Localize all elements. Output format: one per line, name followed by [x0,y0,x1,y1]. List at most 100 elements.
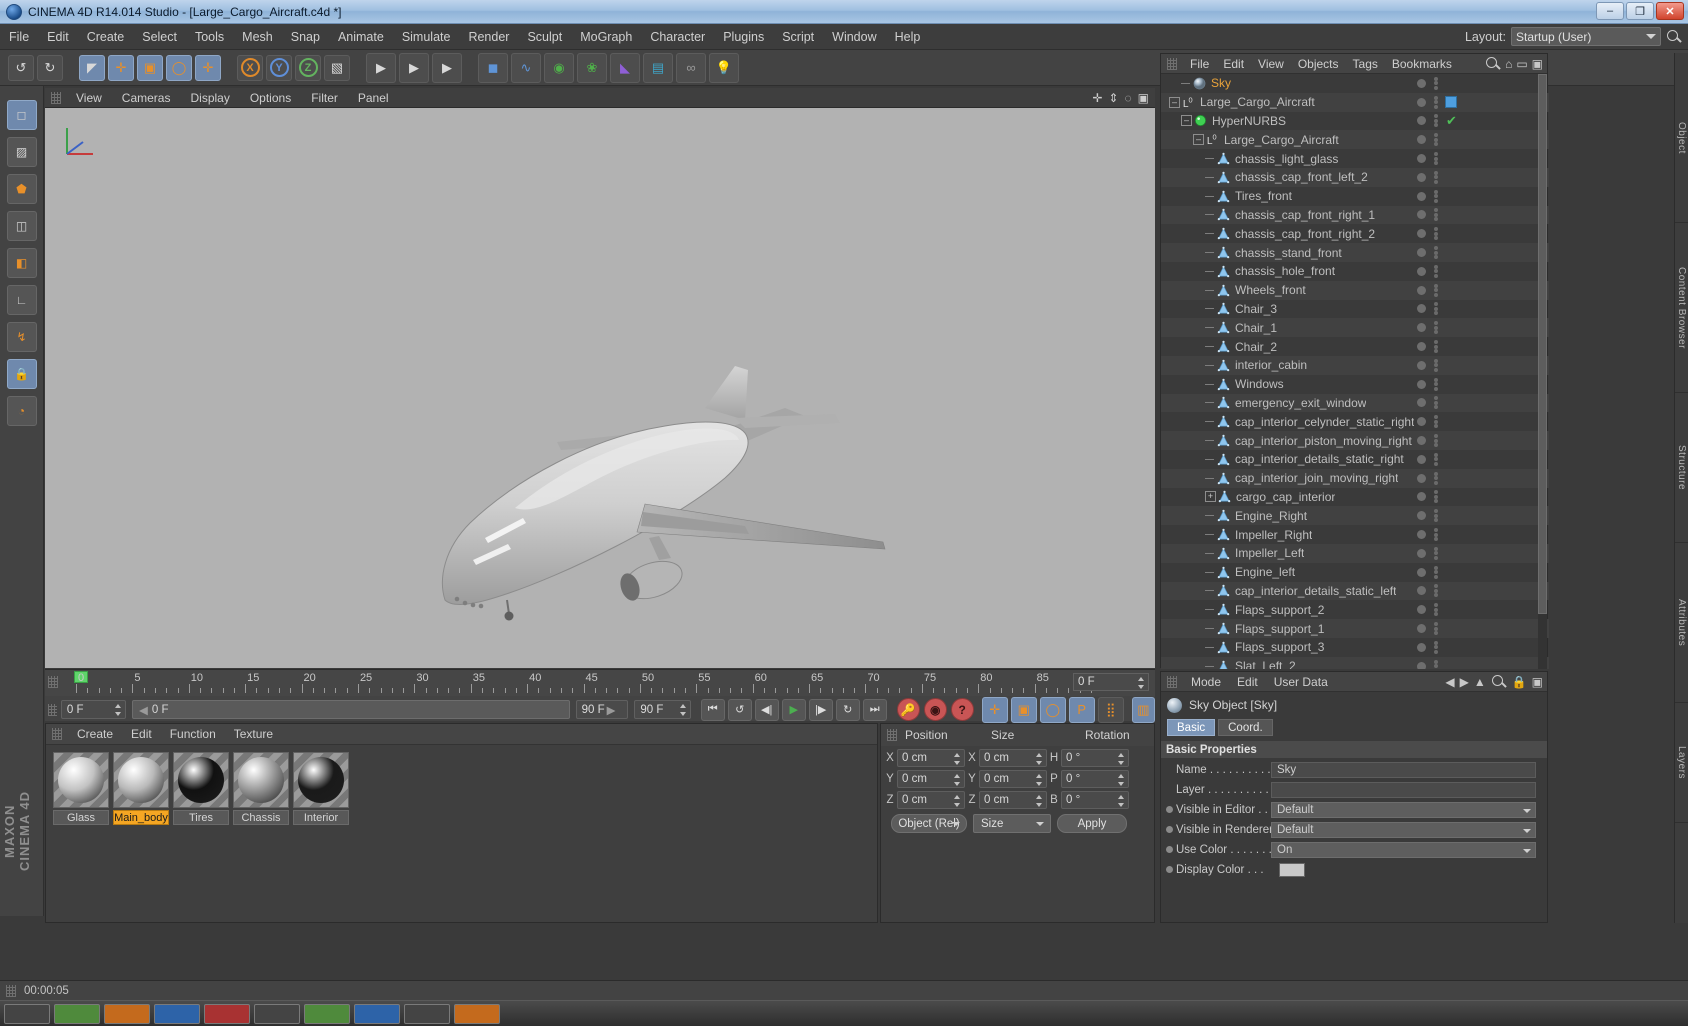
attribute-value-layer[interactable] [1271,781,1536,798]
polygons-mode-button[interactable]: ◧ [6,248,37,278]
stepper-icon[interactable] [1036,752,1043,765]
workplane-mode-button[interactable]: ∟ [6,285,37,315]
add-array-button[interactable]: ❀ [577,52,607,83]
stepper-icon[interactable] [1036,773,1043,786]
model-mode-button[interactable]: ◻ [6,100,37,130]
object-row[interactable]: Flaps_support_2 [1161,600,1549,619]
object-row[interactable]: Chair_2 [1161,337,1549,356]
stepper-icon[interactable] [1036,794,1043,807]
object-row[interactable]: Impeller_Left [1161,543,1549,563]
visibility-dot-editor[interactable] [1417,379,1426,389]
animation-track-dot[interactable] [1166,806,1173,813]
attribute-tab-coord[interactable]: Coord. [1218,719,1273,736]
taskbar-item[interactable] [154,1003,200,1024]
material-item[interactable]: Tires [173,752,229,825]
visibility-dots-renderer[interactable] [1434,358,1438,372]
taskbar-item[interactable] [354,1003,400,1024]
move-tool-button[interactable]: ✛ [108,54,134,81]
dock-tab-layers[interactable]: Layers [1676,703,1687,822]
add-camera-button[interactable]: ▤ [643,52,673,83]
visibility-dot-editor[interactable] [1417,454,1426,464]
object-row[interactable]: cap_interior_details_static_right [1161,450,1549,469]
attribute-value-name[interactable]: Sky [1271,761,1536,778]
taskbar-item[interactable] [304,1003,350,1024]
visibility-dot-editor[interactable] [1417,417,1426,427]
visibility-dots-renderer[interactable] [1434,434,1438,448]
pan-icon[interactable]: ✛ [1092,91,1102,105]
material-name-label[interactable]: Main_body [113,810,169,825]
visibility-dots-renderer[interactable] [1434,640,1438,654]
taskbar-item[interactable] [404,1003,450,1024]
enabled-check-icon[interactable]: ✔ [1446,113,1457,129]
menu-item-window[interactable]: Window [823,24,885,50]
visibility-dots-renderer[interactable] [1434,622,1438,635]
object-row[interactable]: Chair_1 [1161,318,1549,338]
object-row[interactable]: Sky [1161,74,1549,93]
visibility-dots-renderer[interactable] [1434,246,1438,260]
record-position-button[interactable]: ✛ [981,696,1008,723]
visibility-dots-renderer[interactable] [1434,509,1438,523]
collapse-icon[interactable]: – [1181,115,1192,127]
visibility-dot-editor[interactable] [1417,323,1426,333]
visibility-dot-editor[interactable] [1417,78,1426,88]
menu-item-tools[interactable]: Tools [186,24,233,50]
visibility-dots-renderer[interactable] [1434,170,1438,184]
layout-dropdown[interactable]: Startup (User) [1511,27,1661,46]
record-rotation-button[interactable]: ◯ [1039,696,1066,723]
menu-item-mograph[interactable]: MoGraph [571,24,641,50]
current-frame-input[interactable]: 0 F [60,700,127,719]
panel-grip-icon[interactable] [1167,57,1177,70]
object-menu-view[interactable]: View [1251,54,1291,74]
visibility-dots-renderer[interactable] [1434,227,1438,241]
maximize-button[interactable]: ❐ [1626,2,1654,20]
menu-item-select[interactable]: Select [133,24,186,50]
panel-grip-icon[interactable] [887,729,897,741]
stepper-icon[interactable] [679,704,687,716]
timeline-frame-field[interactable]: 0 F [1073,673,1149,691]
lock-z-axis-button[interactable]: Z [295,54,321,81]
timeline-ruler[interactable]: 051015202530354045505560657075808590 0 F [45,670,1155,696]
visibility-dots-renderer[interactable] [1434,659,1438,669]
object-row[interactable]: Wheels_front [1161,280,1549,300]
material-menu-function[interactable]: Function [161,724,225,745]
object-row[interactable]: emergency_exit_window [1161,393,1549,413]
edges-mode-button[interactable]: ◫ [6,211,37,241]
keyframe-selection-button[interactable]: ⣿ [1097,696,1124,723]
record-scale-button[interactable]: ▣ [1010,696,1037,723]
add-floor-button[interactable]: ∞ [676,52,706,83]
visibility-dot-editor[interactable] [1417,154,1426,164]
minimize-panel-icon[interactable]: ▭ [1516,57,1527,71]
add-cube-object-button[interactable]: ◼ [478,52,508,83]
redo-button[interactable]: ↻ [37,54,63,81]
visibility-dots-renderer[interactable] [1434,584,1438,598]
menu-item-character[interactable]: Character [641,24,714,50]
visibility-dots-renderer[interactable] [1434,95,1438,109]
visibility-dot-editor[interactable] [1417,586,1426,596]
visibility-dots-renderer[interactable] [1434,452,1438,466]
attribute-menu-edit[interactable]: Edit [1229,672,1266,692]
menu-item-file[interactable]: File [0,24,38,50]
expand-panel-icon[interactable]: ▣ [1532,57,1543,71]
visibility-dots-renderer[interactable] [1434,471,1438,485]
visibility-dot-editor[interactable] [1417,360,1426,370]
visibility-dots-renderer[interactable] [1434,321,1438,335]
dolly-icon[interactable]: ⇕ [1108,91,1118,105]
visibility-dots-renderer[interactable] [1434,415,1438,429]
texture-mode-button[interactable]: ▨ [6,137,37,167]
menu-item-mesh[interactable]: Mesh [233,24,282,50]
menu-item-snap[interactable]: Snap [282,24,329,50]
home-icon[interactable]: ⌂ [1505,57,1512,71]
visibility-dot-editor[interactable] [1417,661,1426,669]
add-light-button[interactable]: 💡 [709,52,739,83]
forward-arrow-icon[interactable]: ▶ [1460,675,1469,689]
object-row[interactable]: chassis_cap_front_right_2 [1161,224,1549,243]
step-forward-keyframe-button[interactable]: ↻ [835,698,860,721]
object-row[interactable]: cap_interior_join_moving_right [1161,468,1549,488]
back-arrow-icon[interactable]: ◀ [1445,675,1454,689]
panel-grip-icon[interactable] [48,703,57,716]
visibility-dot-editor[interactable] [1417,304,1426,314]
material-name-label[interactable]: Tires [173,810,229,825]
render-settings-button[interactable]: ▶ [432,52,462,83]
object-row[interactable]: chassis_hole_front [1161,262,1549,281]
panel-grip-icon[interactable] [51,91,61,104]
